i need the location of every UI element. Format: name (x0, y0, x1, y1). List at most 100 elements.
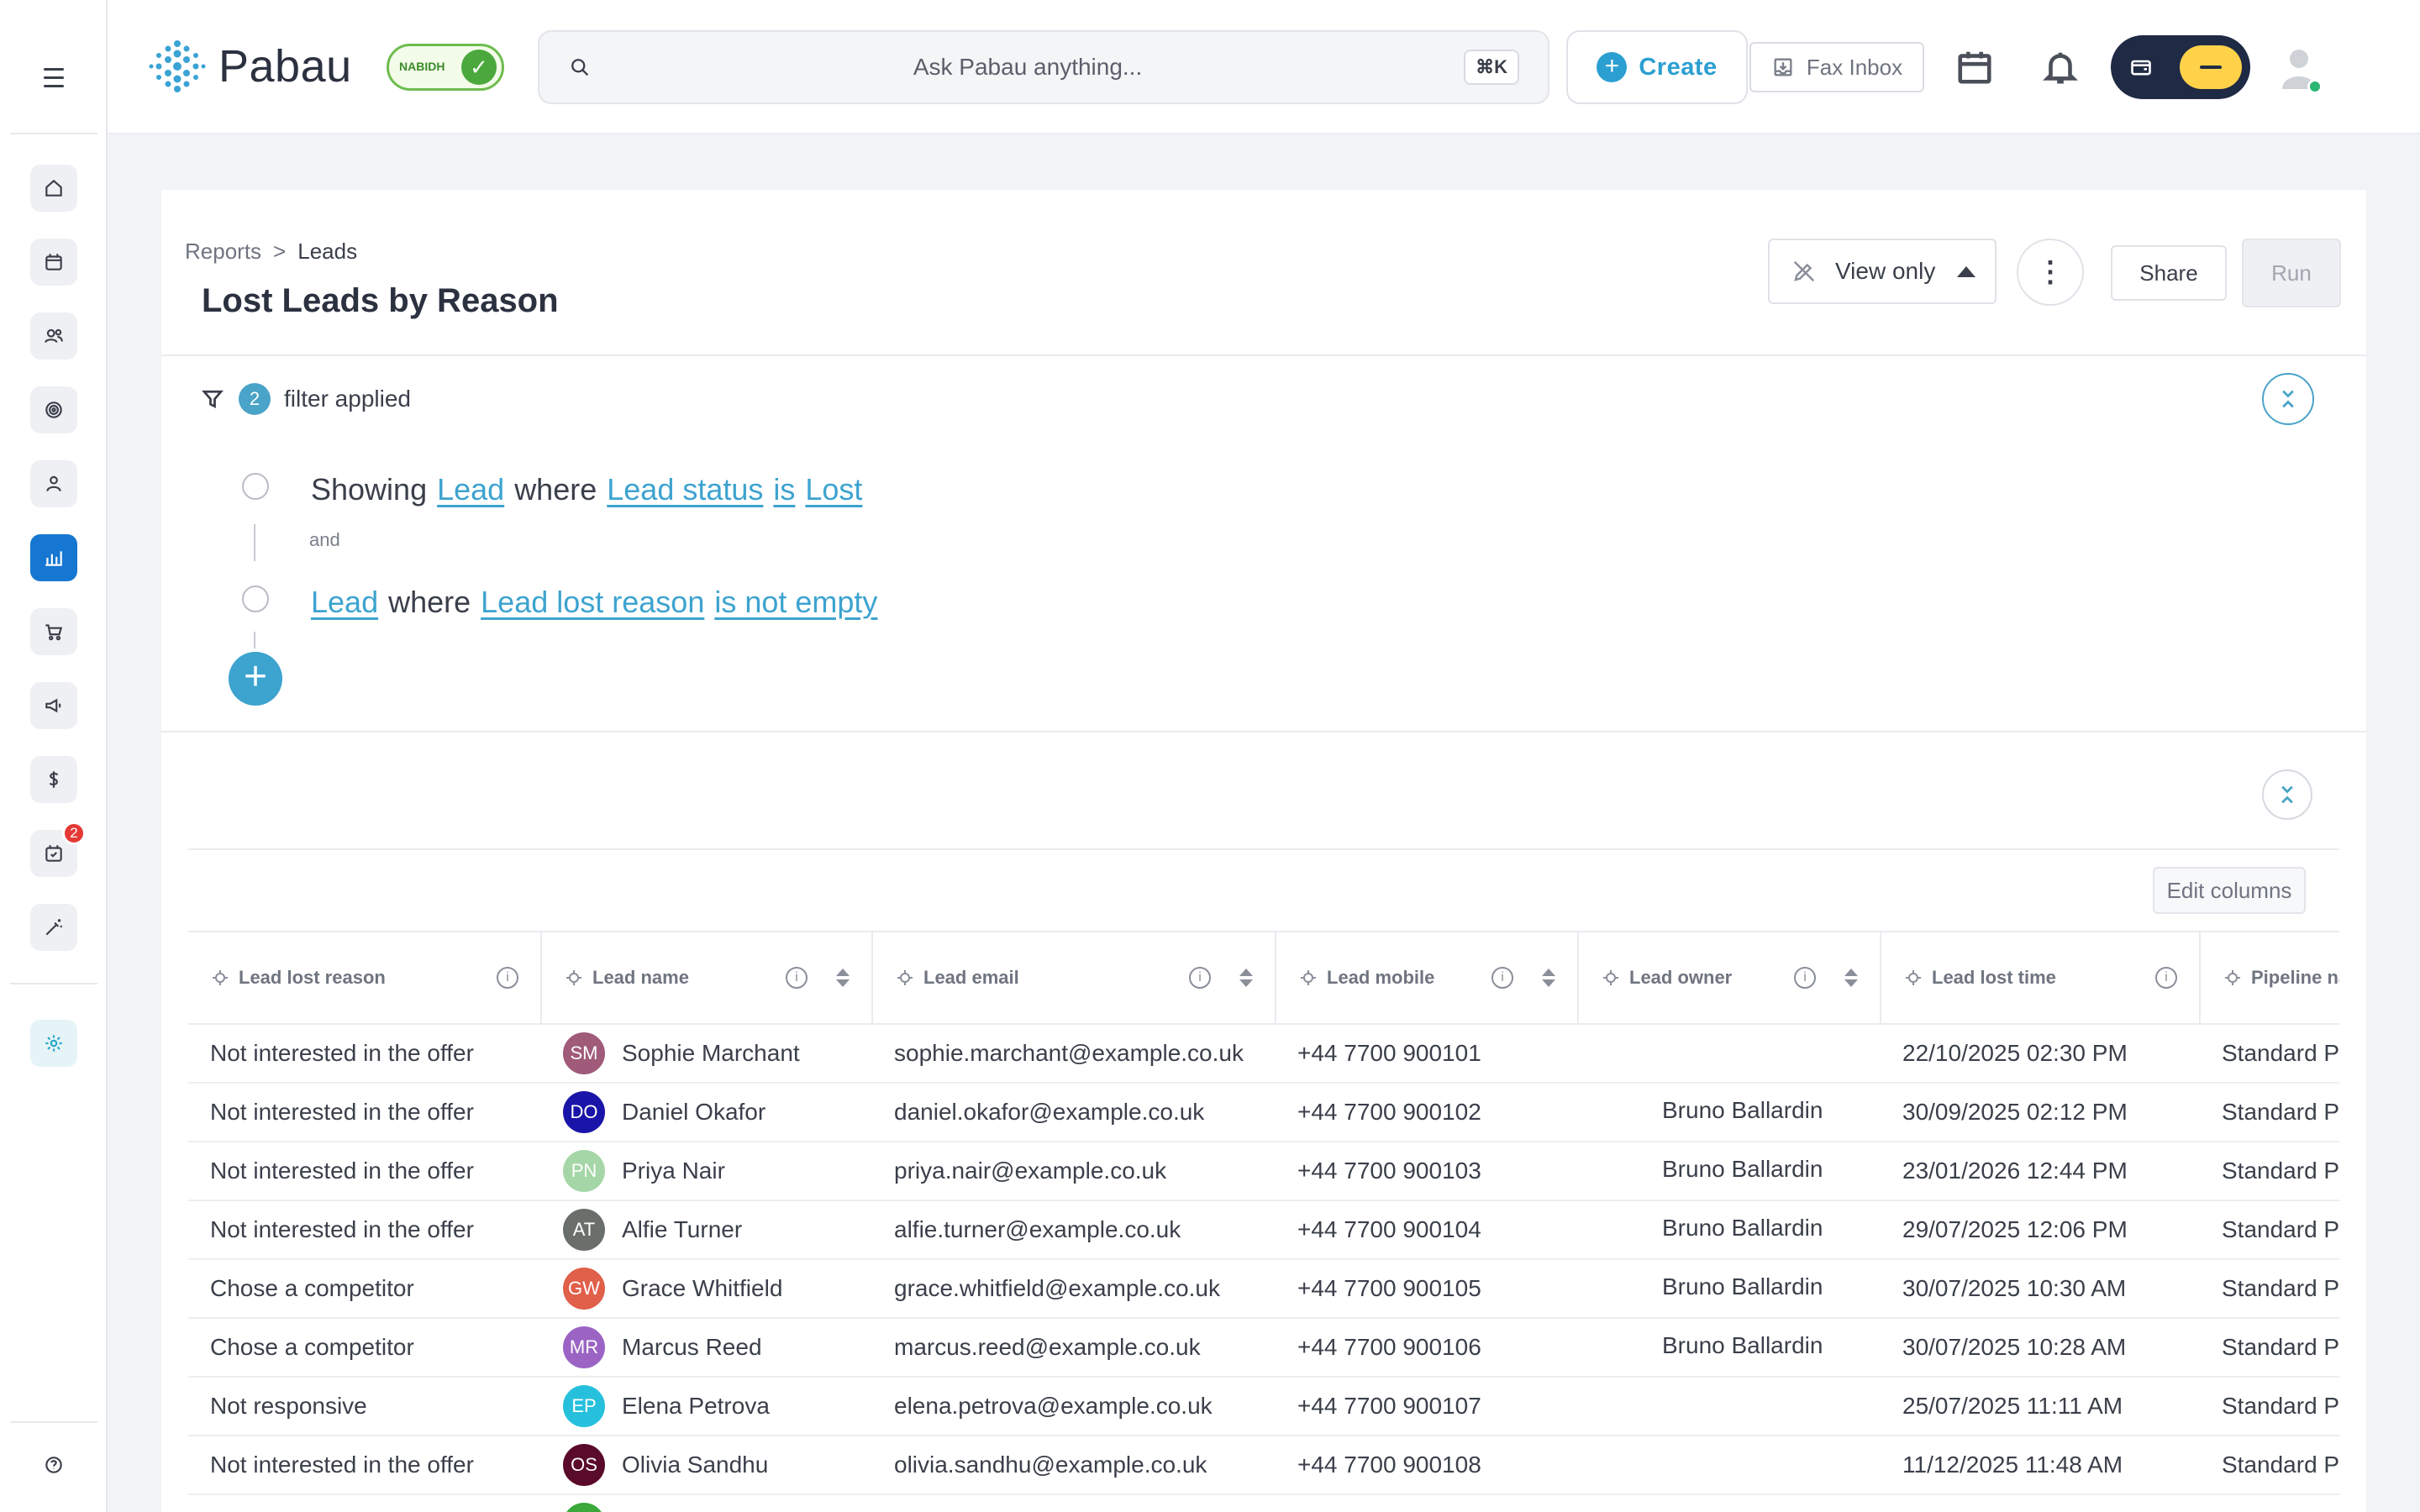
pin-icon[interactable] (564, 968, 584, 988)
inbox-download-icon (1774, 58, 1792, 76)
run-button[interactable]: Run (2242, 239, 2341, 307)
lead-name-text[interactable]: Elena Petrova (622, 1393, 770, 1420)
pin-icon[interactable] (1298, 968, 1318, 988)
lead-name-text[interactable]: Olivia Sandhu (622, 1452, 768, 1478)
add-condition-button[interactable]: + (229, 652, 282, 706)
sidebar-item-staff[interactable] (30, 460, 77, 507)
table-row[interactable]: Not interested in the offer OS Olivia Sand… (188, 1436, 2339, 1495)
table-row[interactable]: Not interested in the offer DO Daniel Okaf… (188, 1083, 2339, 1142)
sort-icon[interactable] (1542, 969, 1555, 987)
fax-inbox-button[interactable]: Fax Inbox (1749, 42, 1924, 92)
notifications-button[interactable] (2037, 44, 2084, 91)
condition-radio[interactable] (242, 585, 269, 612)
sidebar-item-reports[interactable] (30, 534, 77, 581)
sort-icon[interactable] (1844, 969, 1858, 987)
condition-field-link[interactable]: Lead status (607, 472, 763, 507)
cell-lost-reason: Not interested in the offer (188, 1142, 541, 1201)
dollar-icon (49, 771, 59, 788)
condition-field-link[interactable]: Lead lost reason (481, 585, 704, 620)
avatar (563, 1503, 605, 1512)
logo-text: Pabau (218, 41, 352, 92)
info-icon[interactable]: i (786, 967, 808, 989)
pin-icon[interactable] (1903, 968, 1923, 988)
sidebar-item-leads[interactable] (30, 386, 77, 433)
filter-summary[interactable]: 2 filter applied (200, 383, 411, 415)
sidebar-item-calendar[interactable] (30, 239, 77, 286)
lead-name-text[interactable]: Sophie Marchant (622, 1040, 800, 1067)
info-icon[interactable]: i (2155, 967, 2177, 989)
pabau-logo[interactable]: Pabau (148, 37, 352, 96)
condition-radio[interactable] (242, 473, 269, 500)
sidebar-item-tasks[interactable]: 2 (30, 822, 86, 877)
search-bar[interactable]: ⌘K (538, 30, 1549, 104)
sidebar-item-clients[interactable] (30, 312, 77, 360)
share-button[interactable]: Share (2111, 245, 2227, 301)
collapse-chart-button[interactable] (2262, 769, 2312, 820)
sort-icon[interactable] (1239, 969, 1253, 987)
condition-operator-link[interactable]: is not empty (714, 585, 877, 620)
pin-icon[interactable] (1601, 968, 1621, 988)
lead-name-text[interactable]: Grace Whitfield (622, 1275, 782, 1302)
column-header-lead-name[interactable]: Lead name i (541, 931, 873, 1025)
table-row[interactable]: Not interested in the offer PN Priya Nair p… (188, 1142, 2339, 1201)
settings-icon (45, 1035, 62, 1052)
pin-icon[interactable] (895, 968, 915, 988)
sidebar-item-help[interactable] (30, 1441, 77, 1488)
more-options-button[interactable]: ⋮ (2017, 239, 2084, 306)
cell-lead-email: grace.whitfield@example.co.uk (872, 1259, 1276, 1319)
collapse-filters-button[interactable] (2262, 373, 2314, 425)
column-title: Lead mobile (1327, 967, 1435, 988)
breadcrumb-reports[interactable]: Reports (185, 239, 261, 265)
condition-operator-link[interactable]: is (773, 472, 795, 507)
topbar: Pabau NABIDH ✓ ⌘K + Create Fax Inbox (108, 0, 2420, 134)
column-header-lead-mobile[interactable]: Lead mobile i (1276, 931, 1579, 1025)
lead-name-text[interactable]: Alfie Turner (622, 1216, 742, 1243)
info-icon[interactable]: i (1491, 967, 1513, 989)
column-header-lead-owner[interactable]: Lead owner i (1578, 931, 1881, 1025)
table-row[interactable]: Chose a competitor GW Grace Whitfield grace… (188, 1259, 2339, 1319)
column-header-pipeline-name[interactable]: Pipeline name (2200, 931, 2339, 1025)
sort-icon[interactable] (836, 969, 850, 987)
check-icon: ✓ (461, 50, 497, 85)
search-input[interactable] (592, 54, 1465, 81)
table-row[interactable]: Bruno Ballardin (188, 1494, 2339, 1512)
edit-off-icon (1793, 260, 1815, 282)
create-label: Create (1639, 53, 1718, 81)
edit-columns-button[interactable]: Edit columns (2153, 867, 2306, 914)
sidebar-item-automations[interactable] (30, 904, 77, 951)
info-icon[interactable]: i (1794, 967, 1816, 989)
condition-value-link[interactable]: Lost (805, 472, 862, 507)
results-table-container[interactable]: Lead lost reason i Lead name i Lead emai… (188, 931, 2339, 1512)
condition-entity-link[interactable]: Lead (437, 472, 504, 507)
menu-icon[interactable] (37, 60, 71, 94)
sidebar-item-financials[interactable] (30, 756, 77, 803)
table-row[interactable]: Not interested in the offer AT Alfie Turne… (188, 1200, 2339, 1260)
table-row[interactable]: Chose a competitor MR Marcus Reed marcus.re… (188, 1318, 2339, 1378)
cell-lead-owner: Bruno Ballardin (1578, 1200, 1881, 1260)
column-header-lead-lost-reason[interactable]: Lead lost reason i (188, 931, 542, 1025)
lead-name-text[interactable]: Priya Nair (622, 1158, 725, 1184)
info-icon[interactable]: i (1189, 967, 1211, 989)
table-row[interactable]: Not interested in the offer SM Sophie Marc… (188, 1024, 2339, 1084)
sidebar-item-inventory[interactable] (30, 608, 77, 655)
view-mode-dropdown[interactable]: View only (1768, 239, 1996, 304)
sidebar-item-settings[interactable] (30, 1020, 77, 1067)
user-avatar[interactable] (2277, 44, 2328, 94)
sidebar-item-home[interactable] (30, 165, 77, 212)
sidebar-item-marketing[interactable] (30, 682, 77, 729)
create-button[interactable]: + Create (1566, 30, 1748, 104)
pin-icon[interactable] (2223, 968, 2243, 988)
calendar-button[interactable] (1951, 44, 1998, 91)
avatar: GW (563, 1268, 605, 1310)
pin-icon[interactable] (210, 968, 230, 988)
wallet-toggle[interactable] (2111, 35, 2250, 99)
info-icon[interactable]: i (497, 967, 518, 989)
lead-name-text[interactable]: Marcus Reed (622, 1334, 762, 1361)
lead-name-text[interactable]: Daniel Okafor (622, 1099, 765, 1126)
condition-entity-link[interactable]: Lead (311, 585, 378, 620)
table-row[interactable]: Not responsive EP Elena Petrova elena.petro… (188, 1377, 2339, 1436)
cell-lead-owner: Bruno Ballardin (1578, 1083, 1881, 1142)
column-header-lead-lost-time[interactable]: Lead lost time i (1881, 931, 2201, 1025)
column-header-lead-email[interactable]: Lead email i (872, 931, 1276, 1025)
table-header-row: Lead lost reason i Lead name i Lead emai… (188, 931, 2339, 1025)
